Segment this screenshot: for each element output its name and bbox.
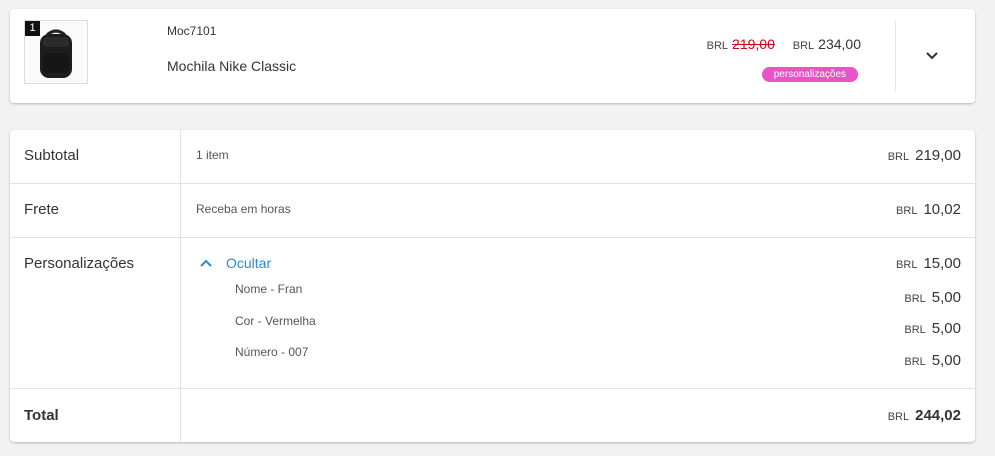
shipping-desc: Receba em horas (196, 202, 291, 216)
customization-item-value: 5,00 (931, 352, 961, 369)
customizations-amount: BRL 15,00 (896, 255, 961, 272)
old-price-currency: BRL (706, 40, 729, 52)
customization-item-value: 5,00 (931, 320, 961, 337)
hide-customizations-toggle[interactable]: Ocultar (200, 255, 271, 271)
chevron-down-icon (926, 52, 938, 60)
subtotal-desc: 1 item (196, 148, 229, 162)
old-price: 219,00 (732, 36, 775, 52)
product-card: 1 Moc7101 Mochila Nike Classic BRL 219,00… (10, 9, 975, 103)
customization-item-currency: BRL (904, 356, 926, 368)
chevron-up-icon (200, 259, 212, 267)
customizations-value: 15,00 (923, 255, 961, 272)
current-price: 234,00 (818, 36, 861, 52)
price-currency: BRL (792, 40, 815, 52)
total-label: Total (24, 407, 59, 424)
quantity-badge: 1 (25, 21, 40, 36)
shipping-label: Frete (24, 201, 60, 218)
product-thumbnail[interactable]: 1 (24, 20, 88, 84)
customization-item-amount: BRL 5,00 (904, 289, 961, 306)
subtotal-currency: BRL (887, 151, 910, 163)
customizations-currency: BRL (896, 259, 918, 271)
expand-button[interactable] (920, 45, 944, 67)
customization-item-amount: BRL 5,00 (904, 352, 961, 369)
customization-item-currency: BRL (904, 293, 926, 305)
product-name[interactable]: Mochila Nike Classic (167, 58, 296, 74)
divider (895, 21, 896, 91)
product-prices: BRL 219,00 BRL 234,00 (707, 36, 861, 52)
customization-item-currency: BRL (904, 324, 926, 336)
subtotal-row: Subtotal 1 item BRL 219,00 (10, 130, 975, 184)
order-summary-card: Subtotal 1 item BRL 219,00 Frete Receba e… (10, 130, 975, 442)
customizations-row: Personalizações BRL 15,00 Nome - Fran BRL… (10, 238, 975, 389)
shipping-amount: BRL 10,02 (896, 201, 961, 218)
subtotal-amount: BRL 219,00 (888, 147, 961, 164)
shipping-value: 10,02 (923, 201, 961, 218)
subtotal-value: 219,00 (915, 147, 961, 164)
total-value: 244,02 (915, 407, 961, 424)
product-sku: Moc7101 (167, 24, 217, 38)
customizations-label: Personalizações (24, 255, 135, 272)
customization-item-amount: BRL 5,00 (904, 320, 961, 337)
customization-item-label: Nome - Fran (235, 282, 303, 296)
customizations-badge: personalizações (761, 67, 858, 82)
customization-item-label: Cor - Vermelha (235, 314, 316, 328)
subtotal-label: Subtotal (24, 147, 80, 164)
customization-item-label: Número - 007 (235, 345, 309, 359)
shipping-row: Frete Receba em horas BRL 10,02 (10, 184, 975, 238)
total-row: Total BRL 244,02 (10, 389, 975, 442)
total-amount: BRL 244,02 (888, 407, 961, 424)
hide-customizations-label: Ocultar (226, 255, 272, 271)
shipping-currency: BRL (896, 205, 918, 217)
customization-item-value: 5,00 (931, 289, 961, 306)
total-currency: BRL (887, 411, 910, 423)
